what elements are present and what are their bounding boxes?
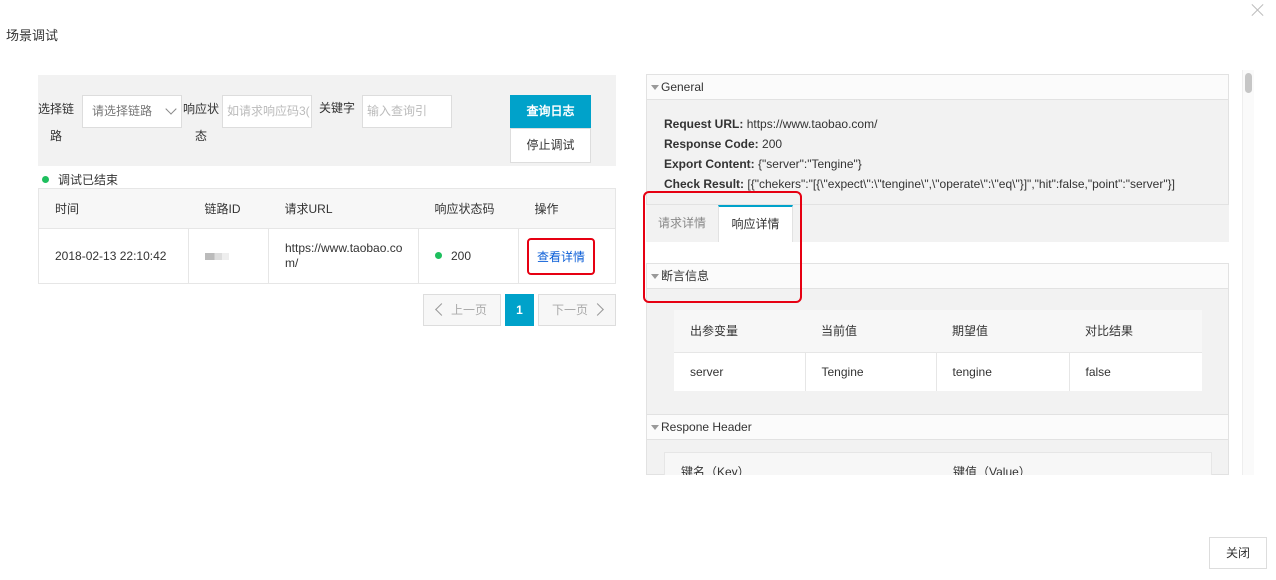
- keyword-label: 关键字: [318, 101, 355, 115]
- next-page-button[interactable]: 下一页: [538, 294, 616, 326]
- detail-scrollbar[interactable]: [1242, 70, 1254, 475]
- results-table: 时间 链路ID 请求URL 响应状态码 操作 2018-02-13 22:10:…: [38, 188, 616, 284]
- status-code-input[interactable]: 如请求响应码3(: [222, 95, 312, 128]
- dialog-title: 场景调试: [6, 28, 59, 43]
- general-header[interactable]: General: [646, 74, 1229, 100]
- status-label-line2: 态: [194, 129, 207, 143]
- cell-status-code: 200: [418, 228, 519, 284]
- status-dot-icon: [435, 252, 442, 259]
- response-header-section[interactable]: Respone Header: [646, 414, 1229, 440]
- col-result: 对比结果: [1085, 324, 1134, 339]
- col-time: 时间: [55, 202, 80, 216]
- scrollbar-thumb[interactable]: [1245, 73, 1252, 93]
- request-url-key: Request URL:: [664, 117, 744, 131]
- cell-time: 2018-02-13 22:10:42: [38, 228, 189, 284]
- col-expected: 期望值: [952, 324, 989, 339]
- caret-down-icon: [651, 425, 659, 430]
- prev-page-button[interactable]: 上一页: [423, 294, 501, 326]
- next-page-label: 下一页: [551, 303, 588, 317]
- col-url: 请求URL: [284, 202, 333, 216]
- chain-select-placeholder: 请选择链路: [92, 104, 153, 118]
- chain-label: 选择链 路: [38, 96, 74, 150]
- keyword-input[interactable]: 输入查询引: [362, 95, 452, 128]
- status-label-line1: 响应状: [183, 102, 220, 116]
- highlight-annotation: [643, 191, 802, 303]
- col-current: 当前值: [821, 324, 858, 339]
- stop-debug-button[interactable]: 停止调试: [510, 128, 591, 163]
- kv-header-row: 键名（Key） 键值（Value）: [664, 452, 1212, 475]
- filter-bar: 选择链 路 请选择链路 响应状 态 如请求响应码3( 关键字 输入查询引 查询日…: [38, 75, 616, 166]
- cell-chain-id: [188, 228, 269, 284]
- cell-url: https://www.taobao.com/: [268, 228, 419, 284]
- chevron-down-icon: [165, 103, 177, 115]
- chevron-left-icon: [435, 303, 448, 316]
- export-content-key: Export Content:: [664, 157, 755, 171]
- general-line: Export Content: {"server":"Tengine"}: [664, 154, 1228, 174]
- response-code-key: Response Code:: [664, 137, 759, 151]
- prev-page-label: 上一页: [450, 303, 487, 317]
- col-status-code: 响应状态码: [434, 202, 495, 216]
- table-row: 2018-02-13 22:10:42 https://www.taobao.c…: [38, 228, 616, 284]
- cell-url-text: https://www.taobao.com/: [285, 241, 403, 270]
- table-row: server Tengine tengine false: [674, 351, 1202, 391]
- chevron-right-icon: [591, 303, 604, 316]
- cell-result: false: [1069, 351, 1202, 391]
- general-line: Request URL: https://www.taobao.com/: [664, 114, 1228, 134]
- request-url-value: https://www.taobao.com/: [746, 117, 878, 131]
- response-code-value: 200: [762, 137, 783, 151]
- export-content-value: {"server":"Tengine"}: [758, 157, 862, 171]
- chain-label-line1: 选择链: [38, 102, 75, 116]
- col-key: 键名（Key）: [681, 465, 750, 475]
- check-result-key: Check Result:: [664, 177, 745, 191]
- cell-expected: tengine: [936, 351, 1070, 391]
- status-dot-icon: [42, 176, 49, 183]
- assertion-table: 出参变量 当前值 期望值 对比结果 server Tengine tengine…: [674, 310, 1202, 391]
- query-log-button[interactable]: 查询日志: [510, 95, 591, 128]
- status-label: 响应状 态: [183, 96, 219, 150]
- close-icon[interactable]: [1250, 2, 1266, 18]
- col-variable: 出参变量: [690, 324, 739, 339]
- debug-status-text: 调试已结束: [58, 173, 119, 187]
- chain-select[interactable]: 请选择链路: [82, 95, 182, 128]
- col-chain-id: 链路ID: [204, 202, 241, 216]
- debug-status: 调试已结束: [42, 171, 118, 188]
- masked-id: [205, 253, 229, 260]
- cell-variable: server: [674, 351, 806, 391]
- cell-status-code-text: 200: [451, 249, 472, 263]
- cell-current: Tengine: [805, 351, 937, 391]
- caret-down-icon: [651, 85, 659, 90]
- cell-action: 查看详情: [518, 228, 616, 284]
- assertion-header-row: 出参变量 当前值 期望值 对比结果: [674, 310, 1202, 352]
- chain-label-line2: 路: [49, 129, 62, 143]
- col-action: 操作: [534, 202, 559, 216]
- general-line: Response Code: 200: [664, 134, 1228, 154]
- general-body: Request URL: https://www.taobao.com/ Res…: [646, 100, 1229, 205]
- response-header-title: Respone Header: [661, 420, 752, 434]
- check-result-value: [{"chekers":"[{\"expect\":\"tengine\",\"…: [747, 177, 1175, 191]
- close-button[interactable]: 关闭: [1209, 537, 1267, 569]
- results-header-row: 时间 链路ID 请求URL 响应状态码 操作: [38, 188, 616, 229]
- page-current[interactable]: 1: [505, 294, 534, 326]
- col-value: 键值（Value）: [953, 465, 1031, 475]
- view-detail-link[interactable]: 查看详情: [527, 237, 596, 275]
- general-title: General: [661, 80, 704, 94]
